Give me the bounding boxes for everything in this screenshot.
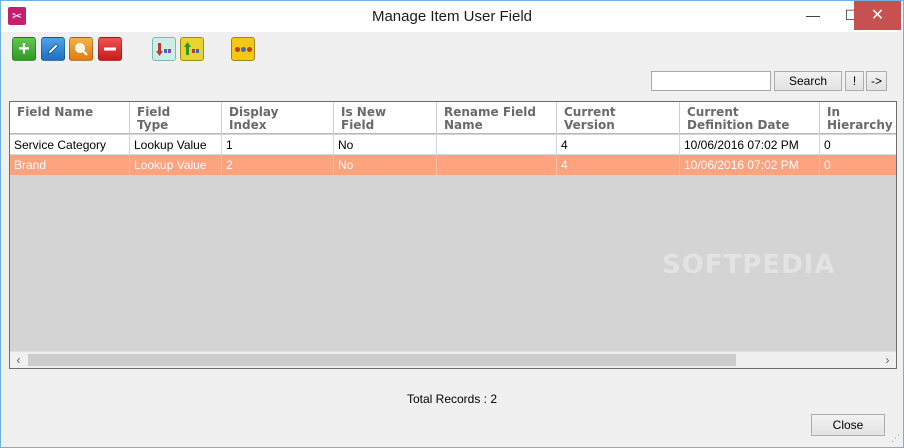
minimize-button[interactable]: — — [793, 1, 833, 30]
close-window-button[interactable]: ✕ — [854, 1, 901, 30]
hierarchy-button[interactable] — [231, 37, 255, 61]
move-up-button[interactable] — [180, 37, 204, 61]
exclaim-button[interactable]: ! — [845, 71, 864, 91]
add-button[interactable]: + — [12, 37, 36, 61]
move-up-icon — [184, 42, 199, 55]
table-row[interactable]: Service Category Lookup Value 1 No 4 10/… — [10, 135, 896, 155]
column-header-is-new-field[interactable]: Is New Field — [334, 102, 437, 134]
close-button[interactable]: Close — [811, 414, 885, 436]
column-header-rename-field-name[interactable]: Rename Field Name — [437, 102, 557, 134]
plus-icon: + — [18, 37, 30, 60]
cell-rename-field-name — [437, 155, 557, 175]
cell-field-type: Lookup Value — [130, 135, 222, 155]
search-button[interactable]: Search — [774, 71, 842, 91]
cell-rename-field-name — [437, 135, 557, 155]
cell-current-definition-date: 10/06/2016 07:02 PM — [680, 155, 820, 175]
cell-is-new-field: No — [334, 155, 437, 175]
scrollbar-thumb[interactable] — [28, 354, 736, 366]
search-input[interactable] — [651, 71, 771, 91]
cell-is-new-field: No — [334, 135, 437, 155]
cell-field-name: Service Category — [10, 135, 130, 155]
total-records-label: Total Records : 2 — [406, 392, 498, 406]
cell-current-definition-date: 10/06/2016 07:02 PM — [680, 135, 820, 155]
cell-field-type: Lookup Value — [130, 155, 222, 175]
table-row-selected[interactable]: Brand Lookup Value 2 No 4 10/06/2016 07:… — [10, 155, 896, 175]
find-button[interactable] — [69, 37, 93, 61]
user-field-grid[interactable]: Field Name Field Type Display Index Is N… — [9, 101, 897, 369]
softpedia-watermark: SOFTPEDIA — [662, 250, 836, 280]
scroll-left-arrow-icon[interactable]: ‹ — [10, 352, 27, 368]
resize-grip-icon[interactable]: ⋰ — [891, 433, 900, 444]
column-header-display-index[interactable]: Display Index — [222, 102, 334, 134]
delete-button[interactable] — [98, 37, 122, 61]
magnifier-icon — [75, 43, 88, 56]
cell-field-name: Brand — [10, 155, 130, 175]
column-header-in-hierarchy[interactable]: In Hierarchy — [820, 102, 896, 134]
pencil-icon — [47, 43, 59, 55]
arrow-button[interactable]: -> — [866, 71, 887, 91]
column-header-current-definition-date[interactable]: Current Definition Date — [680, 102, 820, 134]
grid-header: Field Name Field Type Display Index Is N… — [10, 102, 896, 134]
move-down-button[interactable] — [152, 37, 176, 61]
column-header-current-version[interactable]: Current Version — [557, 102, 680, 134]
move-down-icon — [156, 43, 171, 56]
title-bar[interactable]: ✂ Manage Item User Field — ☐ ✕ — [1, 1, 903, 32]
horizontal-scrollbar[interactable]: ‹ › — [10, 351, 896, 368]
edit-button[interactable] — [41, 37, 65, 61]
scroll-right-arrow-icon[interactable]: › — [879, 352, 896, 368]
cell-in-hierarchy: 0 — [820, 155, 896, 175]
cell-display-index: 2 — [222, 155, 334, 175]
dots-icon — [234, 46, 252, 52]
window-title: Manage Item User Field — [371, 8, 533, 25]
cell-current-version: 4 — [557, 135, 680, 155]
cell-display-index: 1 — [222, 135, 334, 155]
column-header-field-type[interactable]: Field Type — [130, 102, 222, 134]
minus-icon — [104, 47, 116, 51]
cell-in-hierarchy: 0 — [820, 135, 896, 155]
column-header-field-name[interactable]: Field Name — [10, 102, 130, 134]
manage-item-user-field-window: ✂ Manage Item User Field — ☐ ✕ + Search … — [0, 0, 904, 448]
cell-current-version: 4 — [557, 155, 680, 175]
